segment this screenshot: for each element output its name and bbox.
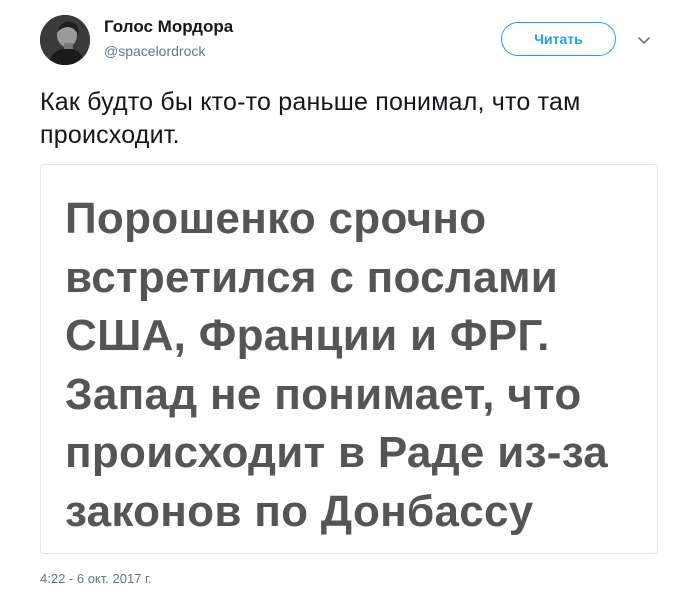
user-avatar-image <box>40 15 90 65</box>
follow-button[interactable]: Читать <box>501 22 616 56</box>
author-display-name[interactable]: Голос Мордора <box>104 17 233 37</box>
media-card[interactable]: Порошенко срочно встретился с послами СШ… <box>40 164 658 554</box>
headline-line: встретился с послами <box>65 252 559 302</box>
headline-line: США, Франции и ФРГ. <box>65 311 550 360</box>
chevron-down-icon <box>638 37 650 44</box>
headline-line: Запад не понимает, что <box>65 369 582 419</box>
headline-line: законов по Донбассу <box>65 486 534 536</box>
tweet-text: Как будто бы кто-то раньше понимал, что … <box>40 88 581 149</box>
headline-line: происходит в Раде из-за <box>65 428 609 477</box>
avatar[interactable] <box>40 15 90 65</box>
tweet-menu-button[interactable] <box>634 32 654 50</box>
tweet-timestamp[interactable]: 4:22 - 6 окт. 2017 г. <box>40 571 152 586</box>
author-handle[interactable]: @spacelordrock <box>104 43 205 59</box>
media-headline: Порошенко срочно встретился с послами СШ… <box>65 190 645 541</box>
headline-line: Порошенко срочно <box>65 194 487 243</box>
